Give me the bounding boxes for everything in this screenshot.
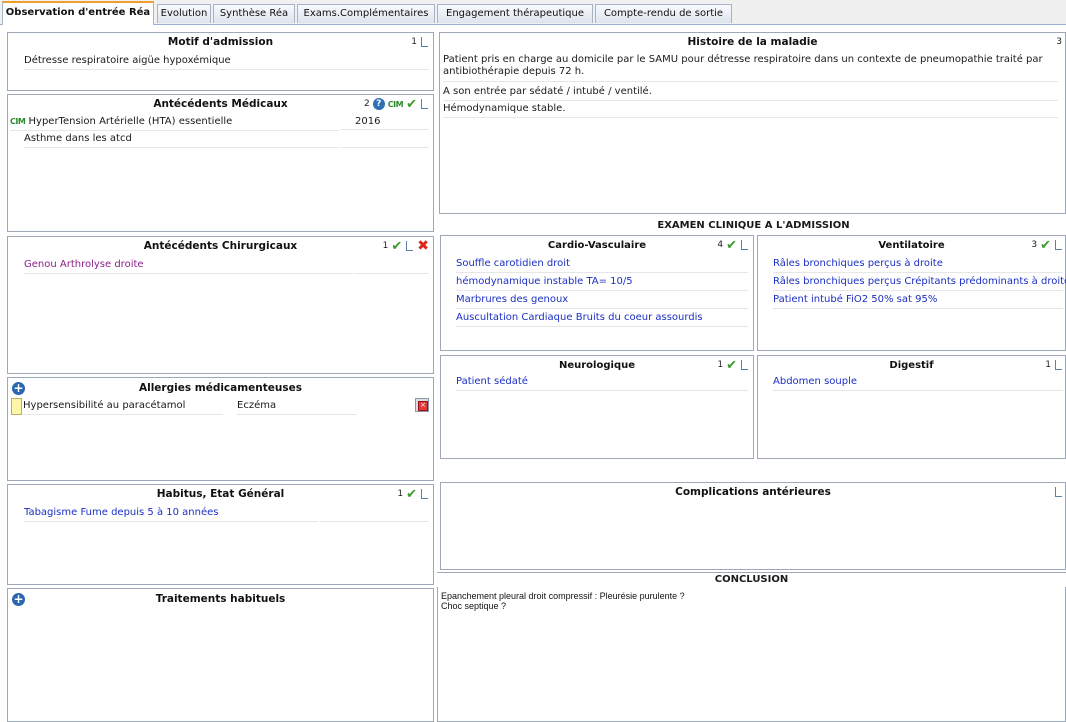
motif-title: Motif d'admission xyxy=(167,36,274,48)
ventilatoire-title: Ventilatoire xyxy=(878,240,945,251)
help-icon[interactable]: ? xyxy=(372,98,385,110)
atcd-chirurgicaux-extra xyxy=(355,257,429,274)
conclusion-title: CONCLUSION xyxy=(437,572,1066,588)
digestif-count: 1 xyxy=(1045,360,1051,370)
digestif-row[interactable]: Abdomen souple xyxy=(773,374,1063,391)
tree-icon[interactable] xyxy=(420,488,429,500)
tab-evolution[interactable]: Evolution xyxy=(157,4,211,23)
digestif-title: Digestif xyxy=(889,360,934,371)
digestif-panel: Digestif 1 Abdomen souple xyxy=(757,355,1066,459)
tree-icon[interactable] xyxy=(405,240,414,252)
atcd-medicaux-year: 2016 xyxy=(341,114,429,130)
cardio-row[interactable]: Marbrures des genoux xyxy=(456,292,748,309)
atcd-chirurgicaux-count: 1 xyxy=(382,241,389,251)
motif-panel: Motif d'admission 1 Détresse respiratoir… xyxy=(7,32,434,91)
tab-engagement[interactable]: Engagement thérapeutique xyxy=(437,4,593,23)
tab-observation-entree[interactable]: Observation d'entrée Réa xyxy=(2,1,154,25)
delete-allergy-button[interactable]: × xyxy=(415,398,429,412)
habitus-panel: Habitus, Etat Général 1 ✔ Tabagisme Fume… xyxy=(7,484,434,585)
motif-count: 1 xyxy=(411,37,417,47)
habitus-title: Habitus, Etat Général xyxy=(156,488,285,500)
tree-icon[interactable] xyxy=(740,239,749,251)
traitements-panel: + Traitements habituels xyxy=(7,588,434,722)
tree-icon[interactable] xyxy=(420,36,429,48)
tree-icon[interactable] xyxy=(1054,359,1063,371)
neuro-row[interactable]: Patient sédaté xyxy=(456,374,748,391)
atcd-medicaux-row[interactable]: Asthme dans les atcd xyxy=(24,131,339,148)
close-icon: × xyxy=(418,401,428,411)
cardio-title: Cardio-Vasculaire xyxy=(547,240,647,251)
atcd-medicaux-year xyxy=(341,131,429,148)
check-icon[interactable]: ✔ xyxy=(726,359,737,372)
tree-icon[interactable] xyxy=(740,359,749,371)
complications-title: Complications antérieures xyxy=(675,486,831,498)
ventilatoire-count: 3 xyxy=(1031,240,1038,250)
cim-icon: CIM xyxy=(10,117,26,126)
tree-icon[interactable] xyxy=(420,98,429,110)
ventilatoire-row[interactable]: Râles bronchiques perçus à droite xyxy=(773,256,1063,273)
tree-icon[interactable] xyxy=(1054,239,1063,251)
tab-exams[interactable]: Exams.Complémentaires xyxy=(297,4,435,23)
cardio-panel: Cardio-Vasculaire 4 ✔ Souffle carotidien… xyxy=(440,235,754,351)
check-icon[interactable]: ✔ xyxy=(391,240,402,253)
neuro-title: Neurologique xyxy=(558,360,635,371)
atcd-chirurgicaux-row[interactable]: Genou Arthrolyse droite xyxy=(24,257,353,274)
atcd-medicaux-panel: Antécédents Médicaux 2 ? CIM ✔ CIM Hyper… xyxy=(7,94,434,232)
traitements-title: Traitements habituels xyxy=(155,593,286,605)
cardio-row[interactable]: Auscultation Cardiaque Bruits du coeur a… xyxy=(456,310,748,327)
histoire-row[interactable]: A son entrée par sédaté / intubé / venti… xyxy=(443,84,1058,101)
allergy-marker xyxy=(11,398,22,415)
motif-row[interactable]: Détresse respiratoire aigüe hypoxémique xyxy=(24,53,429,70)
allergies-panel: + Allergies médicamenteuses Hypersensibi… xyxy=(7,377,434,481)
habitus-count: 1 xyxy=(397,489,404,499)
tree-icon[interactable] xyxy=(1054,486,1063,498)
allergy-reaction: Eczéma xyxy=(237,398,357,415)
ventilatoire-panel: Ventilatoire 3 ✔ Râles bronchiques perçu… xyxy=(757,235,1066,351)
conclusion-text[interactable]: Epanchement pleural droit compressif : P… xyxy=(441,591,685,611)
cardio-row[interactable]: Souffle carotidien droit xyxy=(456,256,748,273)
ventilatoire-row[interactable]: Râles bronchiques perçus Crépitants préd… xyxy=(773,274,1066,291)
cim-icon[interactable]: CIM xyxy=(388,100,404,109)
atcd-medicaux-label: HyperTension Artérielle (HTA) essentiell… xyxy=(28,116,233,127)
cardio-count: 4 xyxy=(717,240,724,250)
histoire-count: 3 xyxy=(1056,37,1062,47)
tab-compte-rendu[interactable]: Compte-rendu de sortie xyxy=(595,4,732,23)
histoire-title: Histoire de la maladie xyxy=(687,36,818,48)
allergies-title: Allergies médicamenteuses xyxy=(138,382,303,394)
histoire-row[interactable]: Hémodynamique stable. xyxy=(443,101,1058,118)
neuro-panel: Neurologique 1 ✔ Patient sédaté xyxy=(440,355,754,459)
atcd-chirurgicaux-panel: Antécédents Chirurgicaux 1 ✔ ✖ Genou Art… xyxy=(7,236,434,374)
examen-clinique-title: EXAMEN CLINIQUE A L'ADMISSION xyxy=(657,220,850,231)
habitus-extra xyxy=(320,505,429,522)
check-icon[interactable]: ✔ xyxy=(406,98,417,111)
tab-bar: Observation d'entrée Réa Evolution Synth… xyxy=(0,0,1066,25)
check-icon[interactable]: ✔ xyxy=(726,239,737,252)
complications-panel: Complications antérieures xyxy=(440,482,1066,570)
atcd-medicaux-count: 2 xyxy=(364,99,370,109)
neuro-count: 1 xyxy=(717,360,724,370)
histoire-panel: Histoire de la maladie 3 Patient pris en… xyxy=(439,32,1066,214)
delete-icon[interactable]: ✖ xyxy=(417,239,429,253)
cardio-row[interactable]: hémodynamique instable TA= 10/5 xyxy=(456,274,748,291)
atcd-chirurgicaux-title: Antécédents Chirurgicaux xyxy=(143,240,298,252)
check-icon[interactable]: ✔ xyxy=(1040,239,1051,252)
tab-synthese[interactable]: Synthèse Réa xyxy=(213,4,295,23)
atcd-medicaux-row[interactable]: CIM HyperTension Artérielle (HTA) essent… xyxy=(10,114,339,131)
ventilatoire-row[interactable]: Patient intubé FiO2 50% sat 95% xyxy=(773,292,1063,309)
habitus-row[interactable]: Tabagisme Fume depuis 5 à 10 années xyxy=(24,505,318,522)
check-icon[interactable]: ✔ xyxy=(406,488,417,501)
allergy-label[interactable]: Hypersensibilité au paracétamol xyxy=(23,398,223,415)
histoire-row[interactable]: Patient pris en charge au domicile par l… xyxy=(443,54,1058,82)
